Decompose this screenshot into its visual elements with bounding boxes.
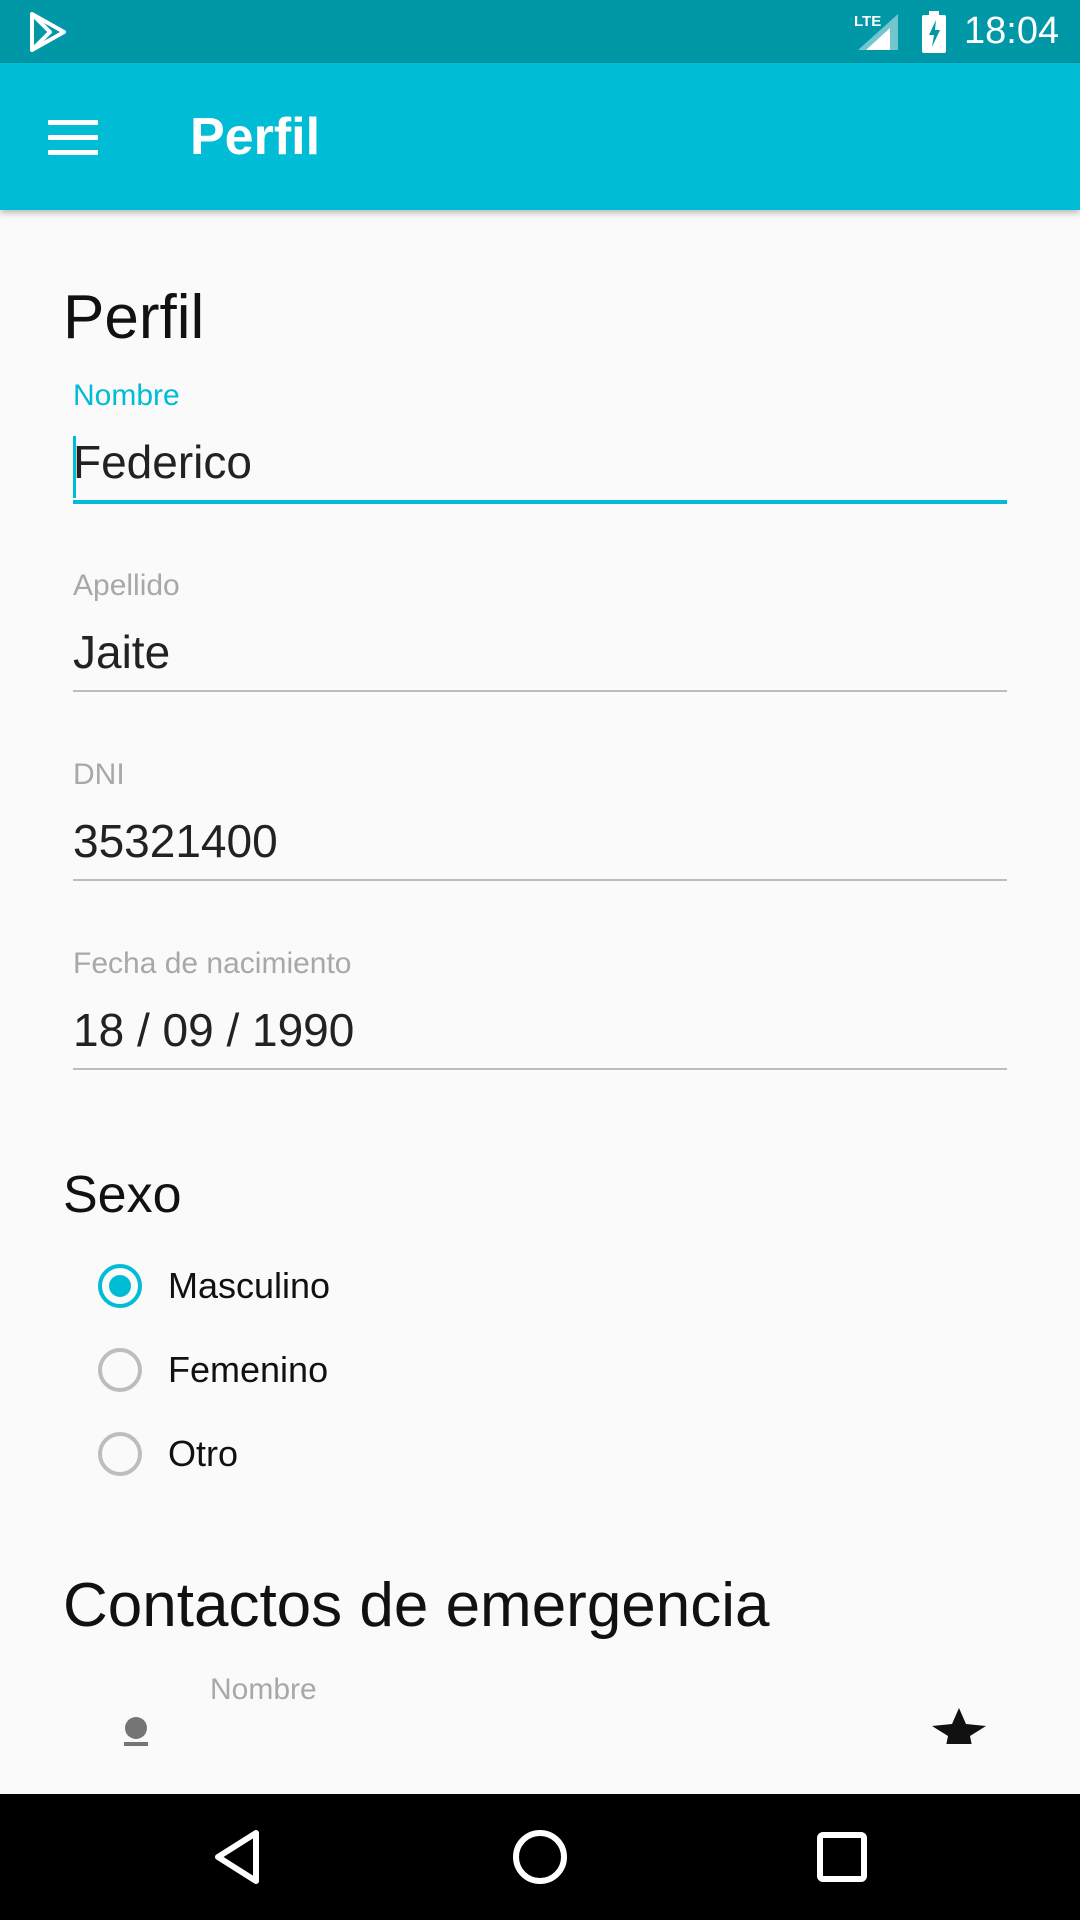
nombre-underline [73, 500, 1007, 504]
apellido-underline [73, 690, 1007, 692]
nombre-value: Federico [73, 436, 252, 488]
dni-label: DNI [73, 758, 125, 791]
radio-otro[interactable]: Otro [98, 1430, 598, 1486]
lte-signal-icon: LTE [854, 13, 898, 50]
page-title: Perfil [63, 283, 205, 352]
text-cursor [73, 436, 76, 498]
birthdate-field[interactable]: Fecha de nacimiento 18 / 09 / 1990 [73, 946, 1007, 1070]
radio-button[interactable] [98, 1432, 142, 1476]
radio-label-masculino: Masculino [168, 1265, 331, 1306]
dni-underline [73, 879, 1007, 881]
system-nav-bar [0, 1794, 1080, 1920]
app-bar-title: Perfil [190, 108, 321, 166]
sexo-heading: Sexo [63, 1166, 182, 1224]
app-bar: Perfil [0, 63, 1080, 210]
star-icon[interactable] [930, 1708, 988, 1744]
birthdate-label: Fecha de nacimiento [73, 947, 352, 980]
home-icon[interactable] [510, 1827, 570, 1887]
status-bar: LTE 18:04 [0, 0, 1080, 63]
hamburger-menu-icon[interactable] [48, 120, 98, 156]
lte-label: LTE [854, 13, 881, 30]
radio-label-otro: Otro [168, 1433, 239, 1474]
nombre-input[interactable]: Federico [73, 434, 1007, 500]
apellido-value: Jaite [73, 626, 171, 678]
birthdate-value: 18 / 09 / 1990 [73, 1004, 355, 1056]
play-store-icon [30, 12, 66, 52]
nombre-field[interactable]: Nombre Federico [73, 378, 1007, 504]
emergency-contacts-heading: Contactos de emergencia [63, 1571, 770, 1640]
dni-field[interactable]: DNI 35321400 [73, 757, 1007, 881]
radio-label-femenino: Femenino [168, 1349, 329, 1390]
radio-button-checked[interactable] [98, 1264, 142, 1308]
radio-femenino[interactable]: Femenino [98, 1346, 598, 1402]
apellido-label: Apellido [73, 569, 180, 602]
radio-button[interactable] [98, 1348, 142, 1392]
battery-charging-icon [922, 11, 946, 53]
birthdate-input[interactable]: 18 / 09 / 1990 [73, 1002, 1007, 1068]
back-icon[interactable] [208, 1827, 268, 1887]
status-time: 18:04 [964, 10, 1060, 52]
person-icon [124, 1717, 148, 1746]
apellido-field[interactable]: Apellido Jaite [73, 568, 1007, 692]
contact-name-label: Nombre [210, 1673, 317, 1706]
dni-value: 35321400 [73, 815, 278, 867]
dni-input[interactable]: 35321400 [73, 813, 1007, 879]
profile-form: Perfil Nombre Federico Apellido Jaite DN… [0, 210, 1080, 1794]
emergency-contact-row[interactable]: Nombre [0, 1672, 1080, 1752]
birthdate-underline [73, 1068, 1007, 1070]
radio-masculino[interactable]: Masculino [98, 1262, 598, 1318]
apellido-input[interactable]: Jaite [73, 624, 1007, 690]
recents-icon[interactable] [812, 1827, 872, 1887]
nombre-label: Nombre [73, 379, 180, 412]
